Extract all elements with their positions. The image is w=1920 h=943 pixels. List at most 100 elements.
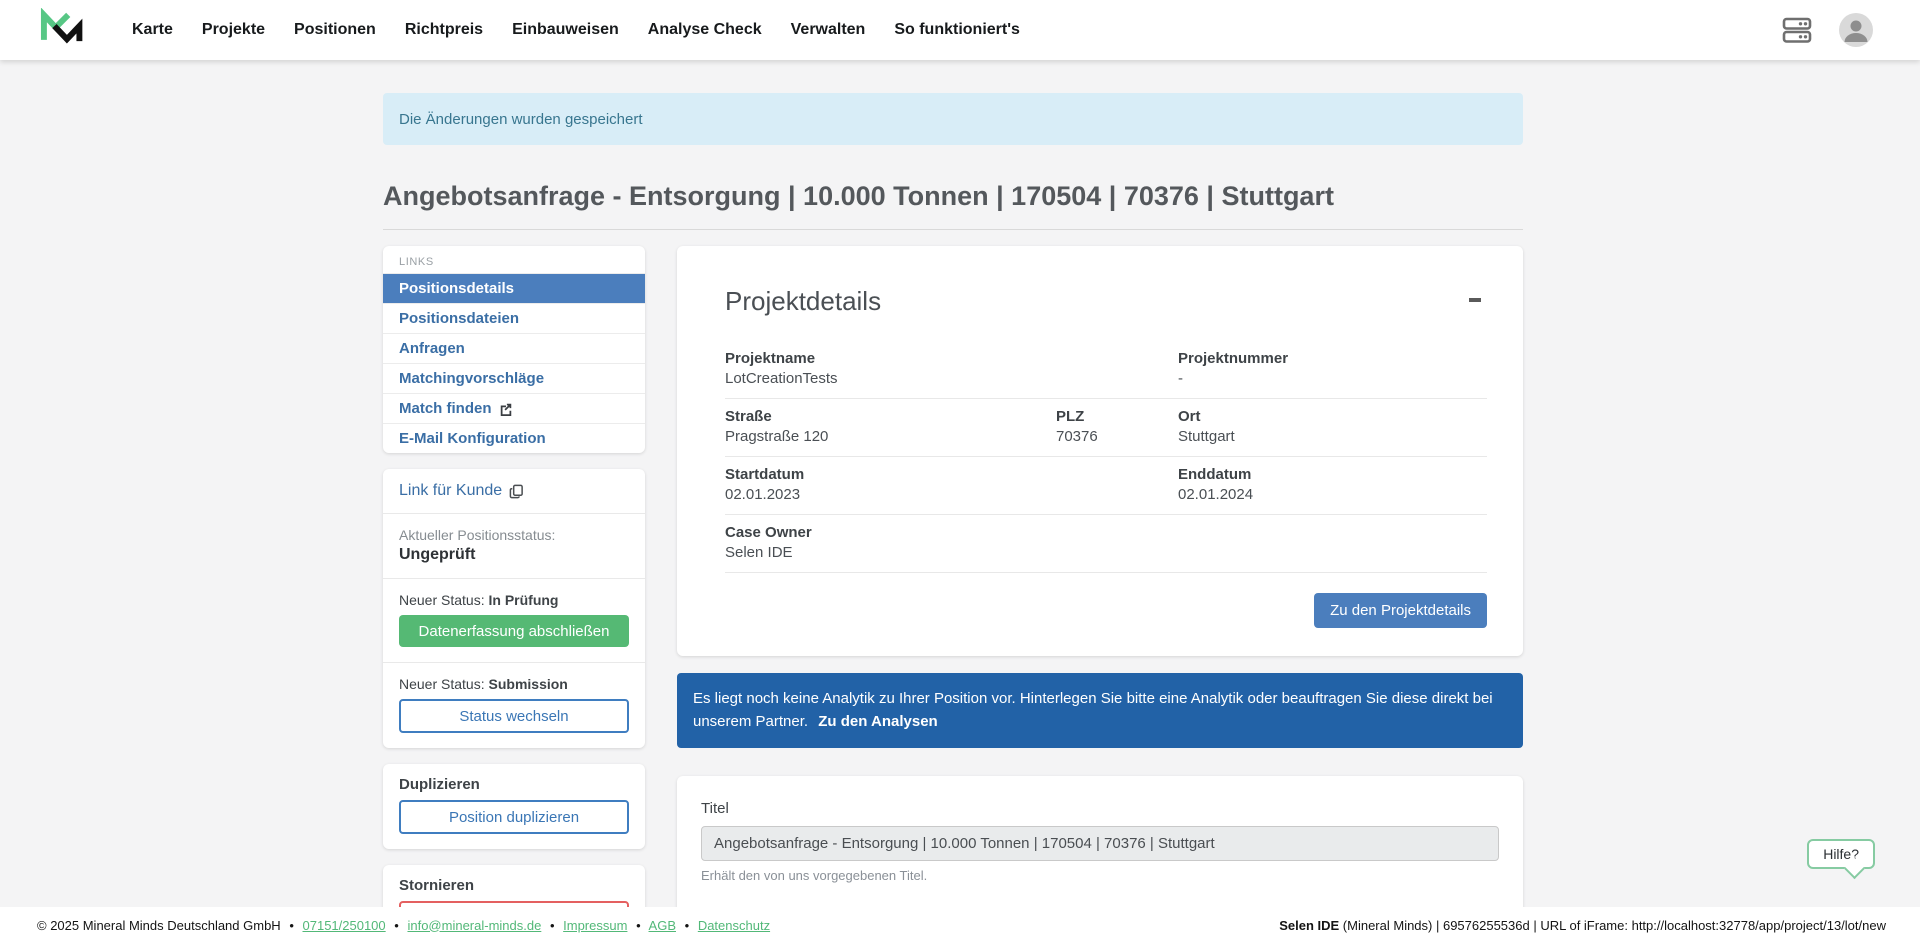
project-details-card: Projektdetails Projektname LotCreationTe… (677, 246, 1523, 656)
sidebar-item-matchingvorschlaege[interactable]: Matchingvorschläge (383, 363, 645, 393)
customer-link-label: Link für Kunde (399, 482, 502, 500)
field-label: Case Owner (725, 524, 1056, 541)
footer-separator: • (550, 918, 555, 933)
nav-item-so-funktionierts[interactable]: So funktioniert's (894, 21, 1020, 39)
field-ort: Ort Stuttgart (1178, 408, 1487, 445)
field-value: 02.01.2024 (1178, 486, 1487, 503)
sidebar-item-label: Positionsdetails (399, 280, 514, 297)
status-card: Link für Kunde Aktueller Positionsstatus… (383, 469, 645, 748)
footer-separator: • (394, 918, 399, 933)
collapse-icon[interactable] (1469, 298, 1481, 302)
footer-left: © 2025 Mineral Minds Deutschland GmbH • … (37, 918, 770, 933)
app-window: Karte Projekte Positionen Richtpreis Ein… (0, 0, 1920, 943)
go-to-analyses-link[interactable]: Zu den Analysen (818, 713, 937, 730)
nav-item-karte[interactable]: Karte (132, 21, 173, 39)
title-divider (383, 229, 1523, 230)
project-row: Projektname LotCreationTests Projektnumm… (725, 341, 1487, 399)
duplicate-position-button[interactable]: Position duplizieren (399, 800, 629, 834)
field-value: 70376 (1056, 428, 1178, 445)
session-user: Selen IDE (1279, 918, 1339, 933)
field-label: PLZ (1056, 408, 1178, 425)
next-status-label: Neuer Status: (399, 592, 489, 608)
avatar[interactable] (1838, 12, 1874, 48)
footer-link-email[interactable]: info@mineral-minds.de (407, 918, 541, 933)
server-icon[interactable] (1782, 16, 1812, 44)
current-status-label: Aktueller Positionsstatus: (399, 527, 555, 543)
sidebar-item-positionsdateien[interactable]: Positionsdateien (383, 303, 645, 333)
field-case-owner: Case Owner Selen IDE (725, 524, 1056, 561)
field-value: Pragstraße 120 (725, 428, 1056, 445)
nav-item-projekte[interactable]: Projekte (202, 21, 265, 39)
nav-right-area (1782, 12, 1874, 48)
footer-link-agb[interactable]: AGB (649, 918, 676, 933)
next-status-value: In Prüfung (489, 592, 559, 608)
copy-icon[interactable] (509, 484, 524, 499)
field-label: Startdatum (725, 466, 1056, 483)
footer-separator: • (685, 918, 690, 933)
session-details: (Mineral Minds) | 69576255536d | URL of … (1339, 918, 1886, 933)
cancel-heading: Stornieren (399, 877, 629, 894)
sidebar-item-label: Positionsdateien (399, 310, 519, 327)
field-value: Selen IDE (725, 544, 1056, 561)
go-to-project-details-button[interactable]: Zu den Projektdetails (1314, 593, 1487, 628)
field-value: - (1178, 370, 1487, 387)
footer-separator: • (289, 918, 294, 933)
nav-item-einbauweisen[interactable]: Einbauweisen (512, 21, 619, 39)
logo[interactable] (38, 8, 84, 52)
nav-item-verwalten[interactable]: Verwalten (791, 21, 866, 39)
title-help-text: Erhält den von uns vorgegebenen Titel. (701, 868, 1499, 883)
sidebar-item-label: Anfragen (399, 340, 465, 357)
copyright-text: © 2025 Mineral Minds Deutschland GmbH (37, 918, 281, 933)
customer-link[interactable]: Link für Kunde (399, 479, 629, 503)
field-value: 02.01.2023 (725, 486, 1056, 503)
sidebar-item-match-finden[interactable]: Match finden (383, 393, 645, 423)
footer-link-datenschutz[interactable]: Datenschutz (698, 918, 770, 933)
field-value: LotCreationTests (725, 370, 1056, 387)
sidebar-item-email-konfiguration[interactable]: E-Mail Konfiguration (383, 423, 645, 453)
field-startdatum: Startdatum 02.01.2023 (725, 466, 1056, 503)
footer-link-phone[interactable]: 07151/250100 (303, 918, 386, 933)
success-alert-text: Die Änderungen wurden gespeichert (399, 111, 643, 128)
sidebar-item-anfragen[interactable]: Anfragen (383, 333, 645, 363)
sidebar: LINKS Positionsdetails Positionsdateien … (383, 246, 645, 943)
mineral-minds-logo-icon (38, 8, 84, 52)
success-alert: Die Änderungen wurden gespeichert (383, 93, 1523, 145)
field-label: Projektnummer (1178, 350, 1487, 367)
duplicate-heading: Duplizieren (399, 776, 629, 793)
footer-session-info: Selen IDE (Mineral Minds) | 69576255536d… (1279, 918, 1886, 933)
field-label: Projektname (725, 350, 1056, 367)
field-value: Stuttgart (1178, 428, 1487, 445)
field-plz: PLZ 70376 (1056, 408, 1178, 445)
analytics-banner: Es liegt noch keine Analytik zu Ihrer Po… (677, 673, 1523, 748)
complete-data-entry-button[interactable]: Datenerfassung abschließen (399, 615, 629, 647)
sidebar-item-label: Matchingvorschläge (399, 370, 544, 387)
links-card-header: LINKS (383, 246, 645, 273)
help-button[interactable]: Hilfe? (1807, 839, 1875, 869)
project-details-heading: Projektdetails (725, 286, 1487, 317)
sidebar-item-label: Match finden (399, 400, 492, 417)
nav-item-positionen[interactable]: Positionen (294, 21, 376, 39)
current-status-value: Ungeprüft (399, 546, 629, 564)
nav-item-richtpreis[interactable]: Richtpreis (405, 21, 483, 39)
main-nav: Karte Projekte Positionen Richtpreis Ein… (132, 21, 1020, 39)
field-strasse: Straße Pragstraße 120 (725, 408, 1056, 445)
sidebar-item-label: E-Mail Konfiguration (399, 430, 546, 447)
project-row: Startdatum 02.01.2023 Enddatum 02.01.202… (725, 457, 1487, 515)
project-row: Case Owner Selen IDE (725, 515, 1487, 573)
footer-link-impressum[interactable]: Impressum (563, 918, 627, 933)
change-status-button[interactable]: Status wechseln (399, 699, 629, 733)
page-content: Die Änderungen wurden gespeichert Angebo… (383, 60, 1523, 943)
analytics-banner-text: Es liegt noch keine Analytik zu Ihrer Po… (693, 690, 1493, 730)
top-nav: Karte Projekte Positionen Richtpreis Ein… (0, 0, 1920, 60)
links-card: LINKS Positionsdetails Positionsdateien … (383, 246, 645, 453)
next-status-label: Neuer Status: (399, 676, 489, 692)
field-label: Straße (725, 408, 1056, 425)
title-field-label: Titel (701, 800, 1499, 817)
field-projektnummer: Projektnummer - (1178, 350, 1487, 387)
nav-item-analyse-check[interactable]: Analyse Check (648, 21, 762, 39)
field-label: Enddatum (1178, 466, 1487, 483)
sidebar-item-positionsdetails[interactable]: Positionsdetails (383, 273, 645, 303)
page-title: Angebotsanfrage - Entsorgung | 10.000 To… (383, 181, 1523, 212)
project-row: Straße Pragstraße 120 PLZ 70376 Ort Stut… (725, 399, 1487, 457)
field-projektname: Projektname LotCreationTests (725, 350, 1056, 387)
